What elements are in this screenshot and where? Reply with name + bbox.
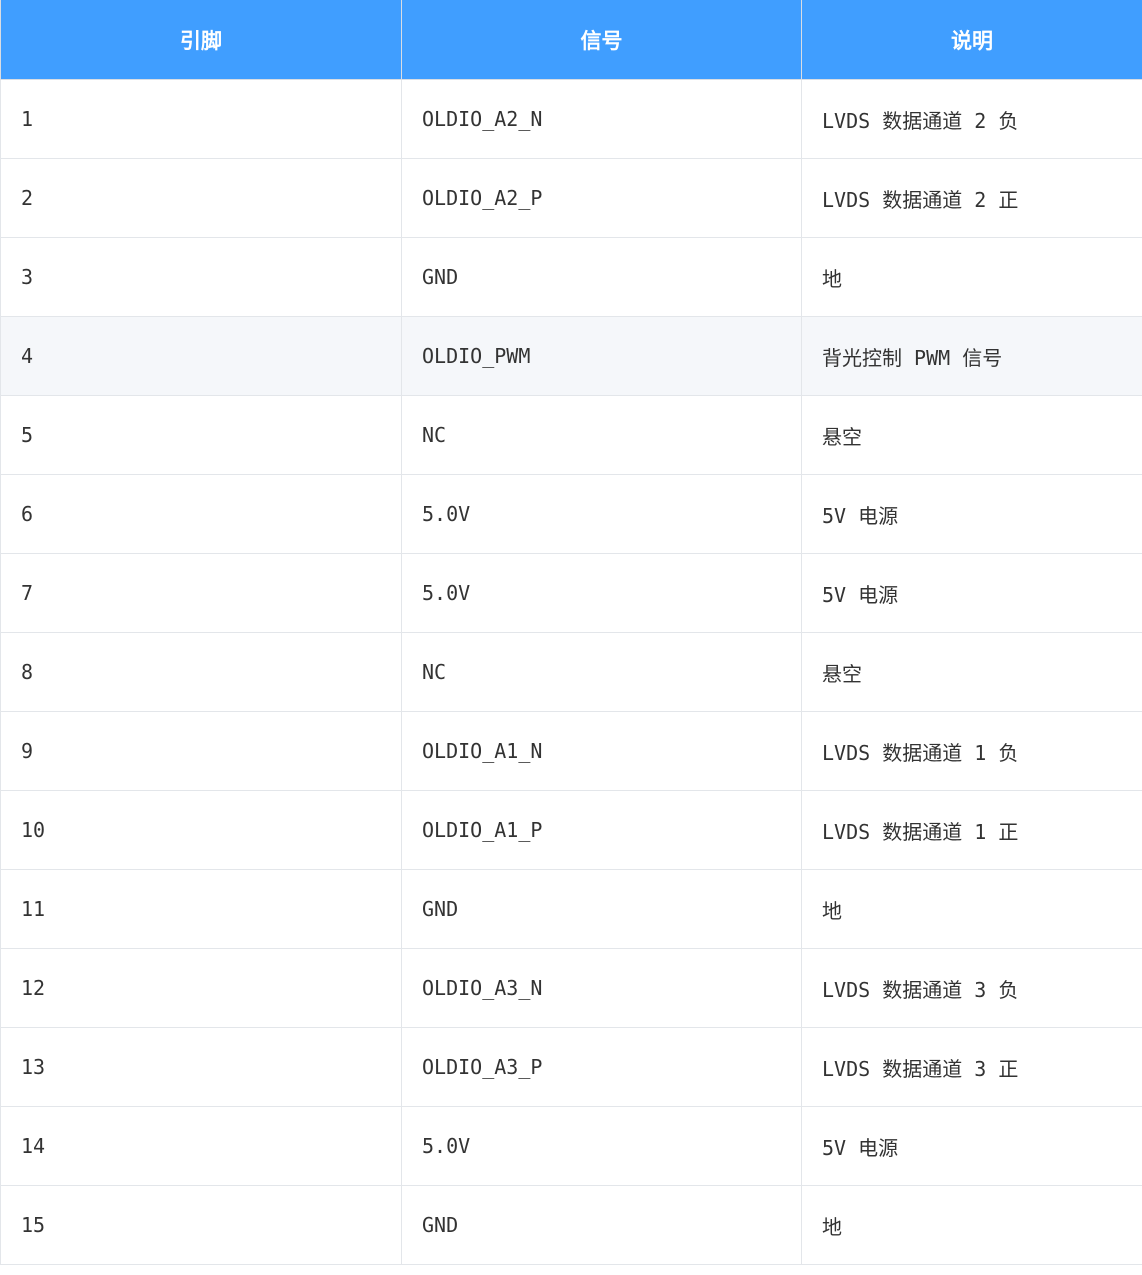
cell-pin: 9 — [0, 711, 402, 791]
cell-description: 背光控制 PWM 信号 — [801, 316, 1142, 396]
cell-pin: 12 — [0, 948, 402, 1028]
cell-description: 悬空 — [801, 395, 1142, 475]
cell-description: LVDS 数据通道 3 负 — [801, 948, 1142, 1028]
table-row: 12 OLDIO_A3_N LVDS 数据通道 3 负 — [0, 948, 1142, 1028]
cell-pin: 13 — [0, 1027, 402, 1107]
table-row: 11 GND 地 — [0, 869, 1142, 949]
table-row: 3 GND 地 — [0, 237, 1142, 317]
cell-signal: 5.0V — [401, 474, 802, 554]
cell-pin: 3 — [0, 237, 402, 317]
cell-signal: NC — [401, 395, 802, 475]
cell-signal: OLDIO_A2_P — [401, 158, 802, 238]
cell-pin: 7 — [0, 553, 402, 633]
cell-description: LVDS 数据通道 3 正 — [801, 1027, 1142, 1107]
cell-pin: 14 — [0, 1106, 402, 1186]
pin-table: 引脚 信号 说明 1 OLDIO_A2_N LVDS 数据通道 2 负 2 OL… — [0, 0, 1142, 1265]
header-pin: 引脚 — [0, 0, 402, 80]
cell-description: 地 — [801, 237, 1142, 317]
cell-pin: 8 — [0, 632, 402, 712]
cell-pin: 11 — [0, 869, 402, 949]
cell-description: LVDS 数据通道 1 负 — [801, 711, 1142, 791]
header-row: 引脚 信号 说明 — [0, 0, 1142, 80]
cell-description: LVDS 数据通道 1 正 — [801, 790, 1142, 870]
cell-description: 悬空 — [801, 632, 1142, 712]
cell-pin: 5 — [0, 395, 402, 475]
table-row: 15 GND 地 — [0, 1185, 1142, 1265]
cell-pin: 2 — [0, 158, 402, 238]
cell-signal: NC — [401, 632, 802, 712]
table-row: 5 NC 悬空 — [0, 395, 1142, 475]
cell-pin: 1 — [0, 79, 402, 159]
cell-signal: OLDIO_A1_P — [401, 790, 802, 870]
table-row: 1 OLDIO_A2_N LVDS 数据通道 2 负 — [0, 79, 1142, 159]
table-row: 10 OLDIO_A1_P LVDS 数据通道 1 正 — [0, 790, 1142, 870]
cell-description: 5V 电源 — [801, 553, 1142, 633]
cell-pin: 6 — [0, 474, 402, 554]
header-description: 说明 — [801, 0, 1142, 80]
table-row: 6 5.0V 5V 电源 — [0, 474, 1142, 554]
cell-description: 地 — [801, 1185, 1142, 1265]
table-row: 2 OLDIO_A2_P LVDS 数据通道 2 正 — [0, 158, 1142, 238]
table-row: 14 5.0V 5V 电源 — [0, 1106, 1142, 1186]
cell-pin: 4 — [0, 316, 402, 396]
table-body: 1 OLDIO_A2_N LVDS 数据通道 2 负 2 OLDIO_A2_P … — [0, 79, 1142, 1265]
cell-signal: GND — [401, 869, 802, 949]
table-header: 引脚 信号 说明 — [0, 0, 1142, 80]
cell-description: 5V 电源 — [801, 474, 1142, 554]
table-row-highlighted: 4 OLDIO_PWM 背光控制 PWM 信号 — [0, 316, 1142, 396]
cell-signal: OLDIO_A3_P — [401, 1027, 802, 1107]
cell-description: 地 — [801, 869, 1142, 949]
cell-signal: 5.0V — [401, 553, 802, 633]
table-row: 9 OLDIO_A1_N LVDS 数据通道 1 负 — [0, 711, 1142, 791]
cell-signal: OLDIO_PWM — [401, 316, 802, 396]
table-row: 8 NC 悬空 — [0, 632, 1142, 712]
cell-signal: OLDIO_A2_N — [401, 79, 802, 159]
cell-pin: 15 — [0, 1185, 402, 1265]
cell-pin: 10 — [0, 790, 402, 870]
header-signal: 信号 — [401, 0, 802, 80]
table-row: 13 OLDIO_A3_P LVDS 数据通道 3 正 — [0, 1027, 1142, 1107]
cell-signal: GND — [401, 237, 802, 317]
cell-signal: OLDIO_A1_N — [401, 711, 802, 791]
cell-description: LVDS 数据通道 2 负 — [801, 79, 1142, 159]
table-row: 7 5.0V 5V 电源 — [0, 553, 1142, 633]
cell-signal: 5.0V — [401, 1106, 802, 1186]
cell-signal: OLDIO_A3_N — [401, 948, 802, 1028]
cell-signal: GND — [401, 1185, 802, 1265]
cell-description: 5V 电源 — [801, 1106, 1142, 1186]
cell-description: LVDS 数据通道 2 正 — [801, 158, 1142, 238]
